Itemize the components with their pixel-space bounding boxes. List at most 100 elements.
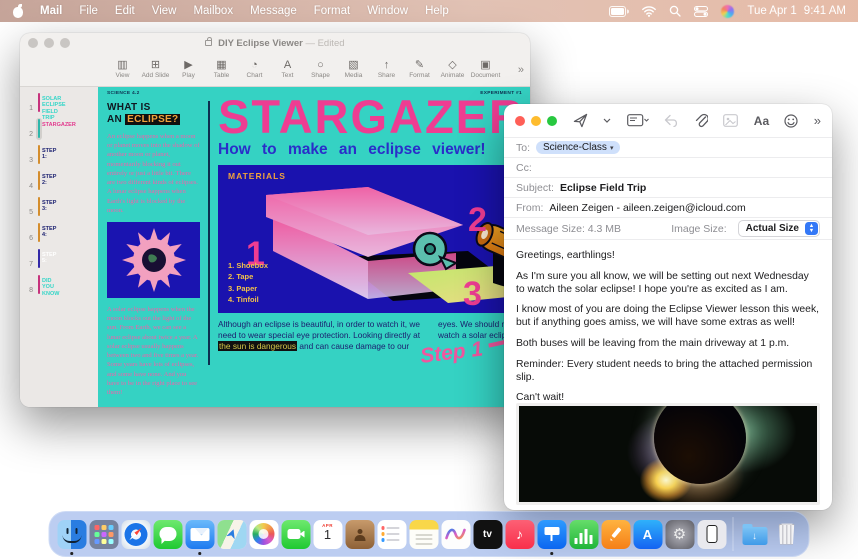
- slide-thumbnail-row[interactable]: 4 STEP 2:: [20, 170, 98, 192]
- dock-numbers[interactable]: [569, 519, 599, 549]
- slide-thumbnail-row[interactable]: 7 STEP 5:: [20, 248, 98, 270]
- dock-mail[interactable]: [185, 519, 215, 555]
- dock-reminders[interactable]: [377, 519, 407, 549]
- menu-item[interactable]: File: [79, 5, 98, 17]
- keynote-toolbar-button[interactable]: ▣ Document: [469, 60, 502, 80]
- slide-thumbnail-row[interactable]: 5 STEP 3:: [20, 196, 98, 218]
- dock-finder[interactable]: [57, 519, 87, 555]
- keynote-toolbar-button[interactable]: ▥ View: [106, 60, 139, 80]
- slide-thumbnail-row[interactable]: 1 SOLAR ECLIPSE FIELD TRIP: [20, 92, 98, 121]
- keynote-toolbar-button[interactable]: ◇ Animate: [436, 60, 469, 80]
- dock-notes[interactable]: [409, 519, 439, 549]
- eclipse-photo-attachment[interactable]: [519, 406, 817, 502]
- slide-thumbnail[interactable]: SOLAR ECLIPSE FIELD TRIP: [38, 93, 66, 121]
- slide-thumbnail[interactable]: STEP 4:: [38, 223, 56, 242]
- attach-button[interactable]: [694, 113, 709, 128]
- menu-item[interactable]: Help: [425, 5, 449, 17]
- dock-calendar[interactable]: APR 1: [313, 519, 343, 549]
- toolbar-overflow-button[interactable]: »: [518, 64, 524, 76]
- menu-item[interactable]: Message: [250, 5, 297, 17]
- keynote-toolbar-button[interactable]: ◔ Chart: [238, 60, 271, 80]
- keynote-toolbar-button[interactable]: ▶ Play: [172, 59, 205, 80]
- apple-menu-icon[interactable]: [12, 3, 24, 18]
- mail-traffic-lights[interactable]: [515, 115, 557, 126]
- keynote-toolbar-button[interactable]: ○ Shape: [304, 60, 337, 80]
- toolbar-overflow-button[interactable]: »: [814, 113, 821, 128]
- keynote-window[interactable]: DIY Eclipse Viewer — Edited ▥ View ⊞ Add…: [20, 33, 530, 407]
- dock-trash[interactable]: [772, 520, 802, 549]
- image-size-select[interactable]: Actual Size ▲ ▼: [737, 220, 820, 237]
- dock-messages[interactable]: [153, 519, 183, 549]
- send-button[interactable]: [573, 113, 588, 128]
- size-row: Message Size: 4.3 MB Image Size: Actual …: [504, 217, 832, 239]
- keynote-toolbar-button[interactable]: A Text: [271, 60, 304, 80]
- slide-subtitle[interactable]: How to make an eclipse viewer!: [218, 141, 530, 159]
- keynote-toolbar-button[interactable]: ✎ Format: [403, 60, 436, 80]
- siri-icon[interactable]: [721, 4, 735, 18]
- menu-item[interactable]: Edit: [115, 5, 135, 17]
- dock-maps[interactable]: [217, 519, 247, 549]
- dock-app-store[interactable]: A: [633, 519, 663, 549]
- slide-title[interactable]: STARGAZER: [218, 93, 530, 140]
- menu-item[interactable]: Format: [314, 5, 350, 17]
- dock-downloads[interactable]: ↓: [740, 520, 770, 549]
- dock-safari[interactable]: [121, 519, 151, 549]
- keynote-toolbar-button[interactable]: ▧ Media: [337, 60, 370, 80]
- slide-thumbnail[interactable]: DID YOU KNOW: [38, 275, 59, 297]
- dock-iphone-mirroring[interactable]: [697, 519, 727, 549]
- dock-freeform[interactable]: [441, 519, 471, 549]
- format-button[interactable]: Aa: [754, 114, 769, 128]
- lock-icon: [205, 36, 213, 46]
- reply-button[interactable]: [664, 114, 679, 127]
- dock-music[interactable]: ♪: [505, 519, 535, 549]
- slide-canvas[interactable]: SCIENCE 4.2 EXPERIMENT #1 WHAT IS AN ECL…: [98, 87, 530, 407]
- slide-thumbnail[interactable]: STEP 5:: [38, 249, 56, 268]
- to-field[interactable]: To: Science-Class ▾: [504, 137, 832, 157]
- message-body[interactable]: Greetings, earthlings! As I'm sure you al…: [504, 239, 832, 401]
- slide-thumbnail[interactable]: STEP 1:: [38, 145, 56, 164]
- dock-launchpad[interactable]: [89, 519, 119, 549]
- slide-thumbnail[interactable]: STEP 2:: [38, 171, 56, 190]
- attachment-frame[interactable]: [516, 403, 820, 505]
- keynote-toolbar-button[interactable]: ▦ Table: [205, 60, 238, 80]
- from-field[interactable]: From: Aileen Zeigen - aileen.zeigen@iclo…: [504, 197, 832, 217]
- dock-system-settings[interactable]: ⚙: [665, 519, 695, 549]
- slide-thumbnail[interactable]: STEP 3:: [38, 197, 56, 216]
- dock-facetime[interactable]: [281, 519, 311, 549]
- dock-pages[interactable]: [601, 519, 631, 549]
- keynote-toolbar-button[interactable]: ↑ Share: [370, 60, 403, 80]
- insert-photo-button[interactable]: [723, 114, 739, 127]
- slide-thumbnail-row[interactable]: 3 STEP 1:: [20, 144, 98, 166]
- search-icon[interactable]: [669, 5, 682, 17]
- slide-thumbnail-row[interactable]: 8 DID YOU KNOW: [20, 274, 98, 297]
- materials-list-item: 1. Shoebox: [228, 260, 269, 270]
- slide-number: 6: [29, 235, 33, 242]
- mail-compose-window[interactable]: Aa » To: Science-Class ▾ Cc: Subject: Ecl…: [504, 104, 832, 510]
- sun-illustration: [121, 227, 186, 292]
- dock-photos[interactable]: [249, 519, 279, 549]
- recipient-token[interactable]: Science-Class ▾: [536, 141, 621, 154]
- menu-item[interactable]: View: [152, 5, 177, 17]
- toolbar-icon: ▶: [184, 59, 193, 71]
- menu-clock[interactable]: Tue Apr 1 9:41 AM: [747, 5, 846, 17]
- subject-field[interactable]: Subject: Eclipse Field Trip: [504, 177, 832, 197]
- materials-panel[interactable]: MATERIALS 1 2 3 1. Shoebox 2. Tape 3. Pa…: [218, 165, 530, 313]
- slide-thumbnail[interactable]: STARGAZER: [38, 119, 76, 138]
- header-fields-button[interactable]: [626, 114, 649, 127]
- cc-field[interactable]: Cc:: [504, 157, 832, 177]
- keynote-titlebar[interactable]: DIY Eclipse Viewer — Edited: [20, 33, 530, 53]
- menu-app-name[interactable]: Mail: [40, 5, 62, 17]
- menu-item[interactable]: Mailbox: [193, 5, 233, 17]
- dock-contacts[interactable]: [345, 519, 375, 549]
- menu-date: Tue Apr 1: [747, 5, 797, 17]
- dock-apple-tv[interactable]: tv: [473, 519, 503, 549]
- send-options-chevron[interactable]: [603, 118, 611, 123]
- emoji-button[interactable]: [784, 113, 799, 128]
- slide-thumbnail-row[interactable]: 6 STEP 4:: [20, 222, 98, 244]
- slide-thumbnail-row[interactable]: 2 STARGAZER: [20, 118, 98, 140]
- materials-list-item: 4. Tinfoil: [228, 295, 259, 305]
- keynote-toolbar-button[interactable]: ⊞ Add Slide: [139, 60, 172, 80]
- menu-item[interactable]: Window: [367, 5, 408, 17]
- control-center-icon[interactable]: [694, 5, 709, 17]
- dock-keynote[interactable]: [537, 519, 567, 555]
